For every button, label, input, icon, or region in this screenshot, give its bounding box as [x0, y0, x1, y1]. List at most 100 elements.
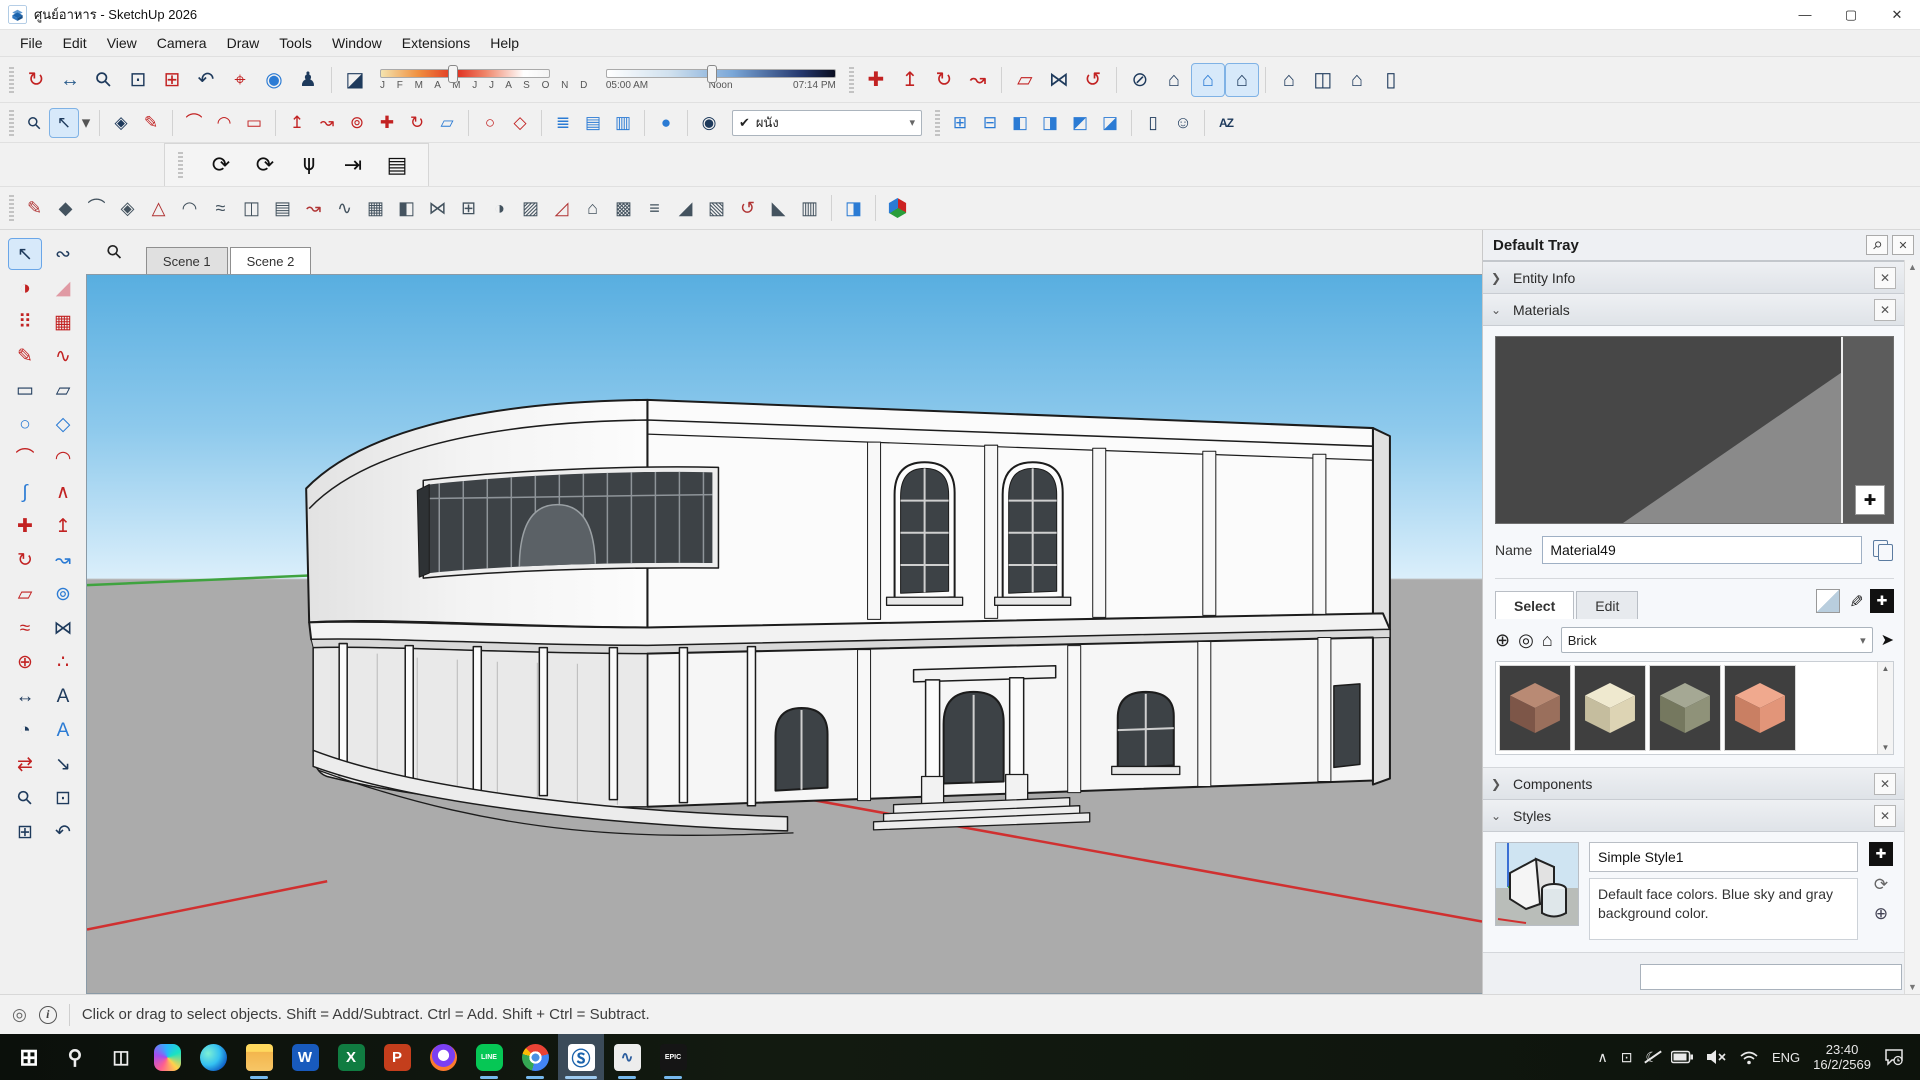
- rotate-tool-2[interactable]: ↻: [402, 108, 432, 138]
- home-icon[interactable]: ⌂: [1542, 630, 1553, 651]
- freehand-tool[interactable]: ∿: [46, 340, 80, 372]
- scroll-up-icon[interactable]: ▲: [1908, 262, 1917, 272]
- select-dropdown[interactable]: ▾: [79, 108, 93, 138]
- task-manager-button[interactable]: ∿: [604, 1034, 650, 1080]
- menu-camera[interactable]: Camera: [147, 32, 217, 54]
- paint-bucket-tool[interactable]: ◑: [8, 272, 42, 304]
- tab-edit[interactable]: Edit: [1576, 591, 1638, 619]
- scale-tool[interactable]: ▱: [1008, 63, 1042, 97]
- extension-tool-6[interactable]: ◠: [174, 193, 205, 224]
- rotate-tool[interactable]: ↻: [8, 544, 42, 576]
- extension-tool-20[interactable]: ▩: [608, 193, 639, 224]
- follow-me-tool[interactable]: ↝: [961, 63, 995, 97]
- tab-select[interactable]: Select: [1495, 591, 1574, 619]
- scroll-down-icon[interactable]: ▼: [1908, 982, 1917, 992]
- zoom-extents-tool[interactable]: ⊞: [155, 63, 189, 97]
- look-around-tool[interactable]: ◉: [257, 63, 291, 97]
- task-view-button[interactable]: ◫: [98, 1034, 144, 1080]
- shadow-date-slider[interactable]: J F M A M J J A S O N D: [380, 69, 592, 91]
- export-doc-icon[interactable]: ⇥: [336, 148, 370, 182]
- move-tool[interactable]: ✚: [8, 510, 42, 542]
- select-tool[interactable]: ↖: [8, 238, 42, 270]
- menu-extensions[interactable]: Extensions: [392, 32, 480, 54]
- monochrome-mode-toggle[interactable]: ⌂: [1225, 63, 1259, 97]
- extension-tool-13[interactable]: ◧: [391, 193, 422, 224]
- browser-shield-button[interactable]: [420, 1034, 466, 1080]
- line-app-button[interactable]: LINE: [466, 1034, 512, 1080]
- brick-thumb-2[interactable]: [1574, 665, 1646, 751]
- tags-dropdown[interactable]: ✔ ผนัง ▾: [732, 110, 922, 136]
- tag-folder-icon[interactable]: ▤: [578, 108, 608, 138]
- style-thumbnail[interactable]: [1495, 842, 1579, 926]
- toolbar-grip[interactable]: [935, 110, 940, 136]
- details-arrow-icon[interactable]: ➤: [1881, 630, 1894, 650]
- thumbnails-scrollbar[interactable]: ▲ ▼: [1877, 662, 1893, 754]
- wifi-icon[interactable]: [1739, 1050, 1759, 1065]
- extension-tool-1[interactable]: ✎: [19, 193, 50, 224]
- update-style-icon[interactable]: ⊕: [1874, 904, 1888, 924]
- sketchup-taskbar-button[interactable]: Ⓢ: [558, 1034, 604, 1080]
- file-explorer-button[interactable]: [236, 1034, 282, 1080]
- close-button[interactable]: ✕: [1874, 0, 1920, 29]
- move-tool-2[interactable]: ✚: [372, 108, 402, 138]
- section-styles[interactable]: ⌄ Styles ✕: [1483, 800, 1904, 832]
- rectangle-tool[interactable]: ▭: [239, 108, 269, 138]
- paste-window-5[interactable]: ◩: [1065, 108, 1095, 138]
- swap-tool[interactable]: ⇄: [8, 748, 42, 780]
- menu-tools[interactable]: Tools: [269, 32, 322, 54]
- geolocation-icon[interactable]: ◎: [12, 1005, 27, 1025]
- extension-tool-3[interactable]: ⌒: [81, 193, 112, 224]
- tray-chevron-up-icon[interactable]: ∧: [1597, 1049, 1607, 1066]
- measurements-input[interactable]: [1640, 964, 1902, 990]
- circle-tool[interactable]: ○: [475, 108, 505, 138]
- move-tool[interactable]: ✚: [859, 63, 893, 97]
- viewport-3d-model[interactable]: [86, 274, 1482, 994]
- cabinet-icon[interactable]: ▯: [1374, 63, 1408, 97]
- magnifier-icon[interactable]: ⚲: [102, 239, 128, 265]
- scale-tool-2[interactable]: ▱: [432, 108, 462, 138]
- axes-tool[interactable]: ⊕: [8, 646, 42, 678]
- zoom-icon[interactable]: ⚲: [19, 108, 49, 138]
- edge-button[interactable]: [190, 1034, 236, 1080]
- minimize-button[interactable]: —: [1782, 0, 1828, 29]
- extension-tool-26[interactable]: ▥: [794, 193, 825, 224]
- hand-tool[interactable]: ↘: [46, 748, 80, 780]
- eyedropper-icon[interactable]: ✎: [1845, 594, 1865, 608]
- scatter-tool[interactable]: ∴: [46, 646, 80, 678]
- extension-tool-2[interactable]: ◆: [50, 193, 81, 224]
- bezier-tool[interactable]: ∫: [8, 476, 42, 508]
- pan-tool[interactable]: ↔: [53, 63, 87, 97]
- scene-tab-1[interactable]: Scene 1: [146, 247, 228, 274]
- rotate-copy-tool[interactable]: ↺: [1076, 63, 1110, 97]
- extension-tool-21[interactable]: ≡: [639, 193, 670, 224]
- paste-window-3[interactable]: ◧: [1005, 108, 1035, 138]
- arc-tool[interactable]: ⌒: [179, 108, 209, 138]
- search-button[interactable]: ⚲: [52, 1034, 98, 1080]
- extension-tool-18[interactable]: ◿: [546, 193, 577, 224]
- date-slider-handle[interactable]: [448, 65, 458, 83]
- select-tool[interactable]: ↖: [49, 108, 79, 138]
- eraser-tool[interactable]: ◈: [106, 108, 136, 138]
- paste-window-2[interactable]: ⊟: [975, 108, 1005, 138]
- push-pull-tool-2[interactable]: ↥: [282, 108, 312, 138]
- dimension-tool[interactable]: ↔: [8, 680, 42, 712]
- house-front-icon[interactable]: ⌂: [1340, 63, 1374, 97]
- excel-button[interactable]: X: [328, 1034, 374, 1080]
- add-people-icon[interactable]: ☺: [1168, 108, 1198, 138]
- section-components[interactable]: ❯ Components ✕: [1483, 768, 1904, 800]
- tray-close-icon[interactable]: ✕: [1892, 235, 1914, 255]
- extension-tool-19[interactable]: ⌂: [577, 193, 608, 224]
- arc-tool[interactable]: ⌒: [8, 442, 42, 474]
- start-button[interactable]: ⊞: [6, 1034, 52, 1080]
- copy-icon[interactable]: [1872, 539, 1894, 561]
- circle-tool[interactable]: ○: [8, 408, 42, 440]
- info-icon[interactable]: i: [39, 1006, 57, 1024]
- walk-tool[interactable]: ♟: [291, 63, 325, 97]
- extension-tool-5[interactable]: △: [143, 193, 174, 224]
- sync-play-icon[interactable]: ⟳: [248, 148, 282, 182]
- tag-stack-icon[interactable]: ▥: [608, 108, 638, 138]
- word-button[interactable]: W: [282, 1034, 328, 1080]
- translate-az-icon[interactable]: AZ: [1211, 108, 1241, 138]
- create-material-icon[interactable]: ✚▾: [1870, 589, 1894, 613]
- zoom-tool[interactable]: ⚲: [87, 63, 121, 97]
